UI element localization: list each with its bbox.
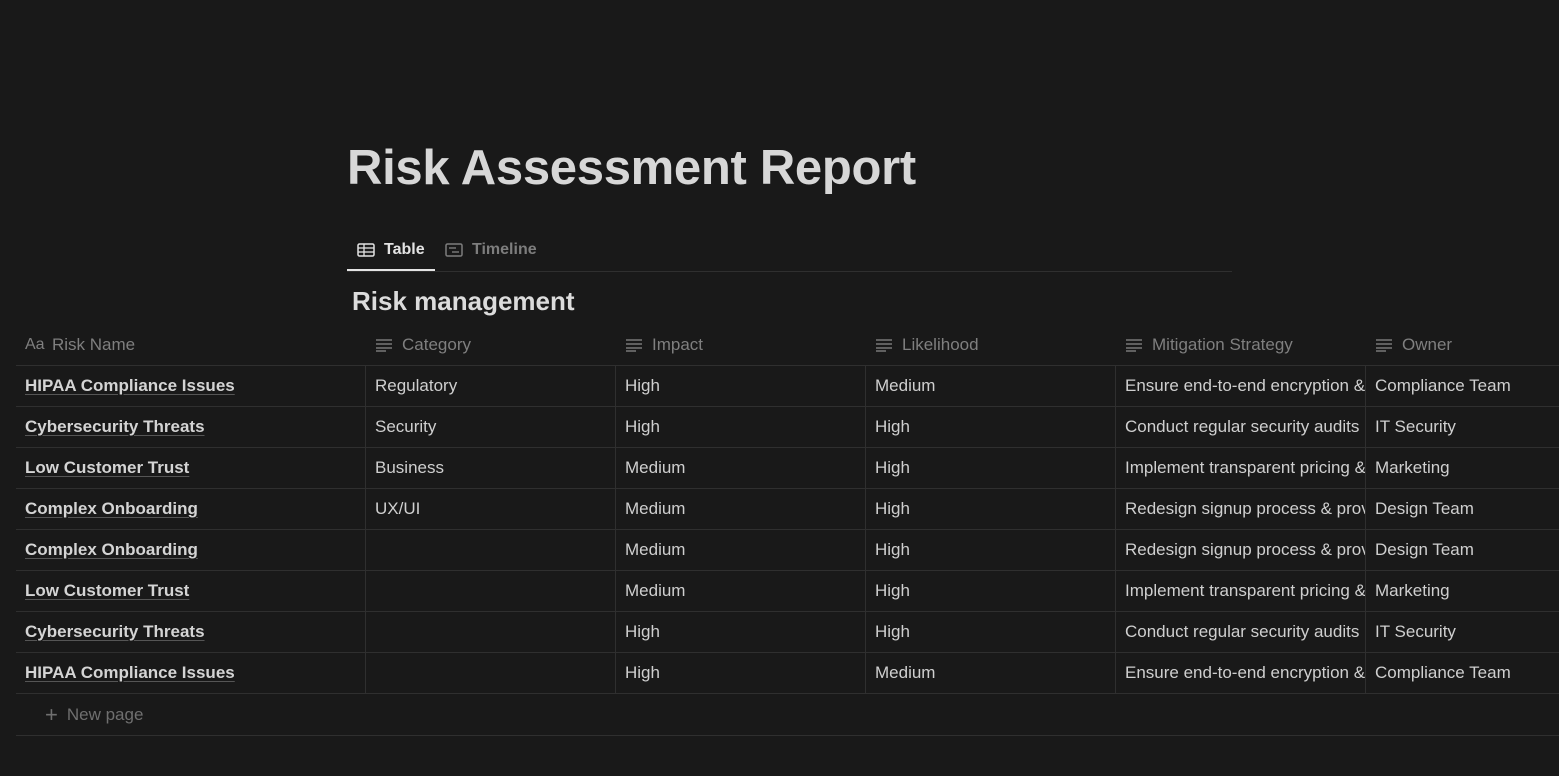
cell-likelihood[interactable]: High bbox=[866, 407, 1116, 447]
column-header-mitigation-strategy[interactable]: Mitigation Strategy bbox=[1116, 325, 1366, 365]
table-row[interactable]: Cybersecurity Threats Security High High… bbox=[16, 407, 1559, 448]
cell-risk-name[interactable]: HIPAA Compliance Issues bbox=[16, 653, 366, 693]
tab-table[interactable]: Table bbox=[347, 230, 435, 271]
text-property-icon bbox=[1375, 338, 1395, 352]
cell-category[interactable] bbox=[366, 612, 616, 652]
cell-category[interactable] bbox=[366, 571, 616, 611]
table-row[interactable]: Cybersecurity Threats High High Conduct … bbox=[16, 612, 1559, 653]
cell-category[interactable]: Security bbox=[366, 407, 616, 447]
text-property-icon bbox=[875, 338, 895, 352]
cell-risk-name[interactable]: Complex Onboarding bbox=[16, 489, 366, 529]
column-header-likelihood[interactable]: Likelihood bbox=[866, 325, 1116, 365]
column-header-category[interactable]: Category bbox=[366, 325, 616, 365]
cell-likelihood[interactable]: High bbox=[866, 489, 1116, 529]
cell-likelihood[interactable]: Medium bbox=[866, 366, 1116, 406]
cell-mitigation-strategy[interactable]: Ensure end-to-end encryption & bbox=[1116, 653, 1366, 693]
text-property-icon bbox=[625, 338, 645, 352]
cell-owner[interactable]: Compliance Team bbox=[1366, 366, 1559, 406]
cell-impact[interactable]: High bbox=[616, 366, 866, 406]
cell-owner[interactable]: IT Security bbox=[1366, 407, 1559, 447]
table-header: Aa Risk Name Category Impact Likelihood bbox=[16, 325, 1559, 366]
cell-mitigation-strategy[interactable]: Conduct regular security audits bbox=[1116, 407, 1366, 447]
cell-mitigation-strategy[interactable]: Ensure end-to-end encryption & bbox=[1116, 366, 1366, 406]
new-page-label: New page bbox=[66, 704, 144, 724]
cell-impact[interactable]: High bbox=[616, 407, 866, 447]
cell-impact[interactable]: Medium bbox=[616, 571, 866, 611]
cell-mitigation-strategy[interactable]: Conduct regular security audits bbox=[1116, 612, 1366, 652]
cell-risk-name[interactable]: Low Customer Trust bbox=[16, 571, 366, 611]
table-row[interactable]: Complex Onboarding Medium High Redesign … bbox=[16, 530, 1559, 571]
cell-risk-name[interactable]: Low Customer Trust bbox=[16, 448, 366, 488]
tab-label: Table bbox=[384, 241, 425, 258]
cell-likelihood[interactable]: Medium bbox=[866, 653, 1116, 693]
column-header-impact[interactable]: Impact bbox=[616, 325, 866, 365]
cell-owner[interactable]: IT Security bbox=[1366, 612, 1559, 652]
cell-impact[interactable]: Medium bbox=[616, 489, 866, 529]
database-title[interactable]: Risk management bbox=[352, 286, 575, 317]
tab-timeline[interactable]: Timeline bbox=[435, 230, 547, 270]
cell-impact[interactable]: High bbox=[616, 612, 866, 652]
table-row[interactable]: HIPAA Compliance Issues Regulatory High … bbox=[16, 366, 1559, 407]
cell-category[interactable] bbox=[366, 653, 616, 693]
cell-mitigation-strategy[interactable]: Implement transparent pricing & bbox=[1116, 571, 1366, 611]
cell-category[interactable]: Regulatory bbox=[366, 366, 616, 406]
cell-impact[interactable]: Medium bbox=[616, 530, 866, 570]
table-row[interactable]: Complex Onboarding UX/UI Medium High Red… bbox=[16, 489, 1559, 530]
column-header-risk-name[interactable]: Aa Risk Name bbox=[16, 325, 366, 365]
cell-impact[interactable]: Medium bbox=[616, 448, 866, 488]
cell-likelihood[interactable]: High bbox=[866, 612, 1116, 652]
cell-likelihood[interactable]: High bbox=[866, 448, 1116, 488]
tab-label: Timeline bbox=[472, 241, 537, 258]
cell-category[interactable] bbox=[366, 530, 616, 570]
cell-mitigation-strategy[interactable]: Implement transparent pricing & bbox=[1116, 448, 1366, 488]
cell-risk-name[interactable]: Complex Onboarding bbox=[16, 530, 366, 570]
column-header-owner[interactable]: Owner bbox=[1366, 325, 1559, 365]
text-property-icon bbox=[1125, 338, 1145, 352]
cell-category[interactable]: Business bbox=[366, 448, 616, 488]
timeline-icon bbox=[445, 242, 465, 258]
view-tabs: Table Timeline bbox=[347, 230, 1232, 272]
cell-owner[interactable]: Compliance Team bbox=[1366, 653, 1559, 693]
cell-risk-name[interactable]: Cybersecurity Threats bbox=[16, 407, 366, 447]
table-row[interactable]: HIPAA Compliance Issues High Medium Ensu… bbox=[16, 653, 1559, 694]
table-icon bbox=[357, 242, 377, 258]
cell-mitigation-strategy[interactable]: Redesign signup process & prov bbox=[1116, 530, 1366, 570]
cell-risk-name[interactable]: HIPAA Compliance Issues bbox=[16, 366, 366, 406]
cell-owner[interactable]: Marketing bbox=[1366, 448, 1559, 488]
cell-mitigation-strategy[interactable]: Redesign signup process & prov bbox=[1116, 489, 1366, 529]
new-page-button[interactable]: + New page bbox=[16, 694, 1559, 736]
risk-table: Aa Risk Name Category Impact Likelihood bbox=[16, 325, 1559, 736]
table-row[interactable]: Low Customer Trust Medium High Implement… bbox=[16, 571, 1559, 612]
cell-category[interactable]: UX/UI bbox=[366, 489, 616, 529]
cell-likelihood[interactable]: High bbox=[866, 530, 1116, 570]
cell-likelihood[interactable]: High bbox=[866, 571, 1116, 611]
table-row[interactable]: Low Customer Trust Business Medium High … bbox=[16, 448, 1559, 489]
cell-impact[interactable]: High bbox=[616, 653, 866, 693]
text-property-icon bbox=[375, 338, 395, 352]
cell-owner[interactable]: Design Team bbox=[1366, 489, 1559, 529]
title-property-icon: Aa bbox=[25, 336, 45, 353]
cell-risk-name[interactable]: Cybersecurity Threats bbox=[16, 612, 366, 652]
plus-icon: + bbox=[45, 701, 58, 727]
cell-owner[interactable]: Design Team bbox=[1366, 530, 1559, 570]
cell-owner[interactable]: Marketing bbox=[1366, 571, 1559, 611]
page-title: Risk Assessment Report bbox=[347, 141, 916, 195]
